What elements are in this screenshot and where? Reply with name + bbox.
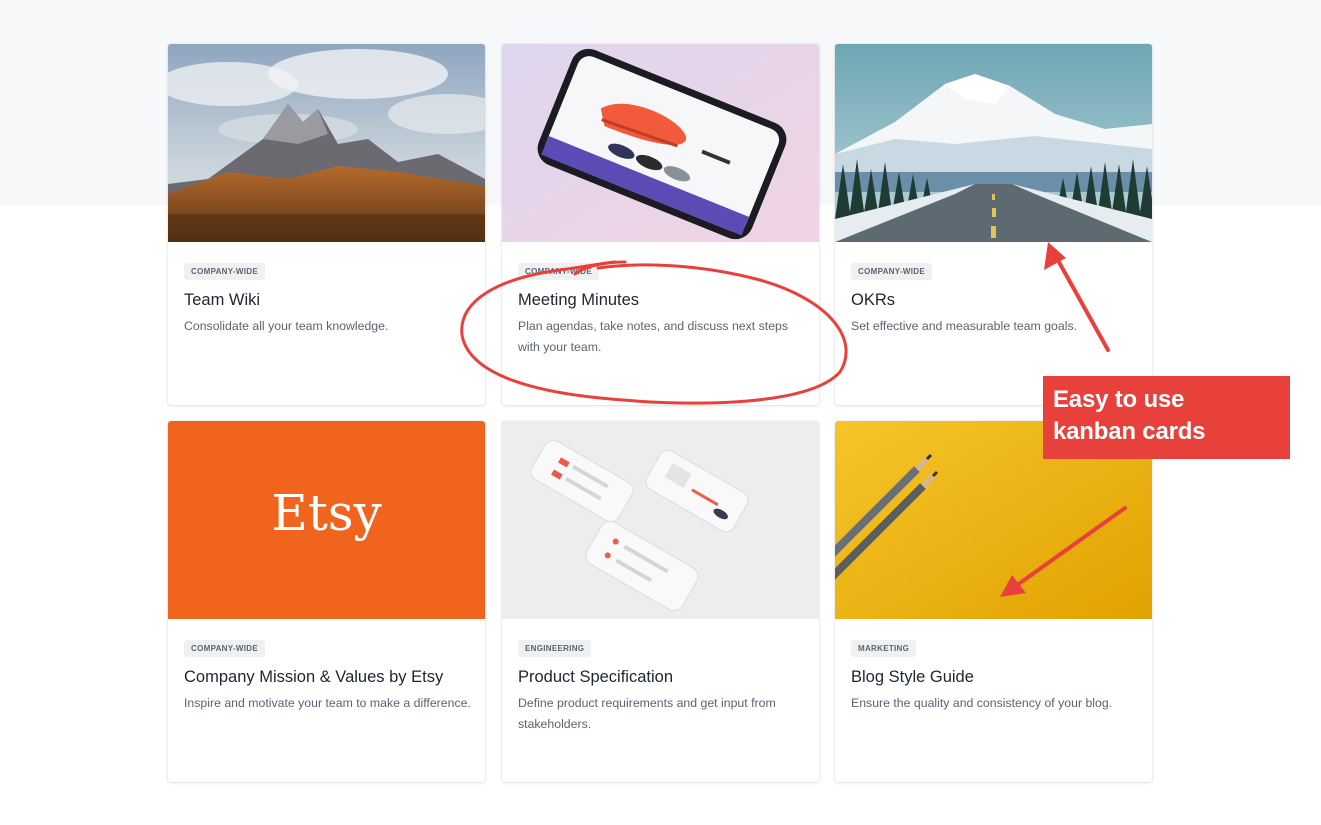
callout-line-1: Easy to use (1053, 386, 1185, 413)
template-card-team-wiki[interactable]: COMPANY-WIDE Team Wiki Consolidate all y… (168, 44, 485, 405)
card-thumbnail (502, 421, 819, 619)
card-description: Set effective and measurable team goals. (851, 319, 1078, 333)
phone-shoe-app-image (502, 44, 819, 242)
snowy-mountain-road-image (835, 44, 1152, 242)
category-tag: MARKETING (851, 640, 917, 657)
card-title: Product Specification (518, 668, 674, 686)
card-thumbnail: Etsy (168, 421, 485, 619)
card-title: Team Wiki (184, 291, 261, 309)
card-description: Inspire and motivate your team to make a… (184, 696, 471, 710)
category-tag: ENGINEERING (518, 640, 592, 657)
etsy-logo: Etsy (271, 484, 382, 542)
card-thumbnail (168, 44, 485, 242)
card-title: OKRs (851, 291, 896, 309)
category-tag: COMPANY-WIDE (851, 263, 933, 280)
card-description: Consolidate all your team knowledge. (184, 319, 389, 333)
category-tag: COMPANY-WIDE (184, 640, 266, 657)
card-description: Plan agendas, take notes, and discuss ne… (518, 319, 789, 354)
callout-line-2: kanban cards (1053, 418, 1206, 445)
card-thumbnail (502, 44, 819, 242)
phone-mockups-image (502, 421, 819, 619)
annotation-callout: Easy to use kanban cards (1043, 376, 1290, 459)
mountain-forest-image (168, 44, 485, 242)
template-card-meeting-minutes[interactable]: COMPANY-WIDE Meeting Minutes Plan agenda… (502, 44, 819, 405)
card-title: Meeting Minutes (518, 291, 640, 309)
template-card-blog-style-guide[interactable]: MARKETING Blog Style Guide Ensure the qu… (835, 421, 1152, 782)
category-tag: COMPANY-WIDE (518, 263, 600, 280)
card-description: Define product requirements and get inpu… (518, 696, 776, 731)
template-card-product-specification[interactable]: ENGINEERING Product Specification Define… (502, 421, 819, 782)
card-title: Company Mission & Values by Etsy (184, 668, 444, 686)
card-title: Blog Style Guide (851, 668, 974, 686)
template-card-okrs[interactable]: COMPANY-WIDE OKRs Set effective and meas… (835, 44, 1152, 405)
category-tag: COMPANY-WIDE (184, 263, 266, 280)
card-description: Ensure the quality and consistency of yo… (851, 696, 1113, 710)
template-card-company-mission[interactable]: Etsy COMPANY-WIDE Company Mission & Valu… (168, 421, 485, 782)
card-thumbnail (835, 44, 1152, 242)
